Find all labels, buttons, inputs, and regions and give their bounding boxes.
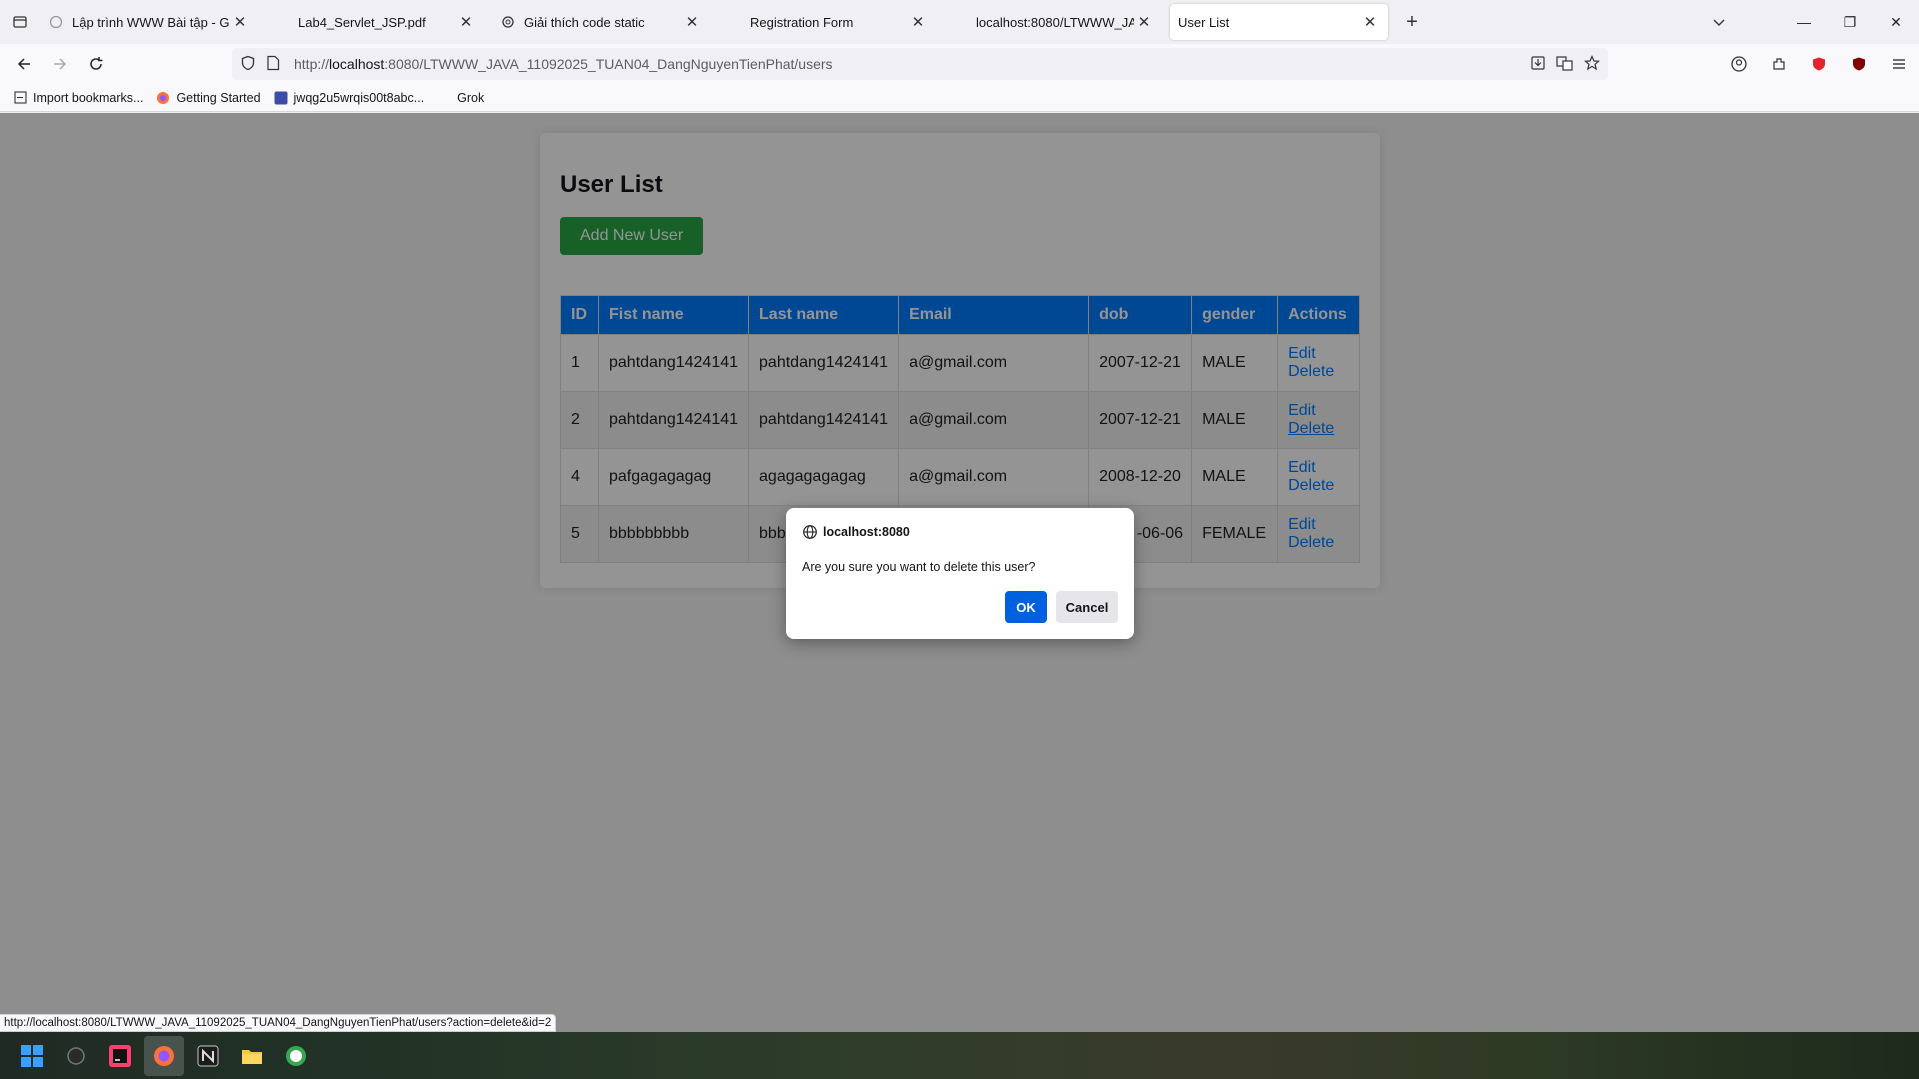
close-tab-icon[interactable]: ✕ (1134, 12, 1154, 32)
windows-start-icon[interactable] (12, 1036, 52, 1076)
url-path: :8080/LTWWW_JAVA_11092025_TUAN04_DangNgu… (384, 56, 833, 72)
notion-icon[interactable] (188, 1036, 228, 1076)
ublock-icon[interactable] (1839, 48, 1879, 80)
bookmark-label: Import bookmarks... (33, 90, 144, 105)
search-icon[interactable] (56, 1036, 96, 1076)
import-icon (12, 90, 28, 106)
reload-icon[interactable] (78, 48, 114, 80)
restore-icon[interactable]: ❐ (1827, 0, 1873, 44)
address-bar[interactable]: http://localhost:8080/LTWWW_JAVA_1109202… (232, 48, 1608, 80)
url-actions (1530, 48, 1601, 80)
tab-chatgpt[interactable]: Giải thích code static ✕ (492, 4, 710, 40)
dialog-buttons: OK Cancel (1005, 591, 1118, 623)
status-link-preview: http://localhost:8080/LTWWW_JAVA_1109202… (0, 1014, 557, 1032)
site-icon (273, 90, 289, 106)
page-viewport: User List Add New User ID Fist name Last… (0, 113, 1919, 1032)
window-controls: — ❐ ✕ (1781, 0, 1919, 44)
close-tab-icon[interactable]: ✕ (456, 12, 476, 32)
globe-icon (803, 525, 817, 539)
chevron-down-icon[interactable] (1709, 12, 1729, 32)
dialog-header: localhost:8080 (802, 524, 1118, 540)
back-arrow-icon[interactable] (6, 48, 42, 80)
minimize-icon[interactable]: — (1781, 0, 1827, 44)
url-prefix: http:// (294, 56, 330, 72)
windows-taskbar (0, 1032, 1919, 1079)
download-icon[interactable] (1530, 55, 1546, 74)
navigation-toolbar: http://localhost:8080/LTWWW_JAVA_1109202… (0, 44, 1919, 84)
file-explorer-icon[interactable] (232, 1036, 272, 1076)
cancel-button[interactable]: Cancel (1056, 591, 1118, 623)
bookmark-import[interactable]: Import bookmarks... (12, 90, 143, 106)
tab-user-list[interactable]: User List ✕ (1170, 4, 1388, 40)
page-icon (952, 14, 968, 30)
toolbar-extensions (1719, 48, 1919, 80)
shield-icon[interactable] (240, 55, 256, 74)
grok-icon (436, 90, 452, 106)
menu-icon[interactable] (1879, 48, 1919, 80)
firefox-taskbar-icon[interactable] (144, 1035, 184, 1076)
forward-arrow-icon[interactable] (42, 48, 78, 80)
adblock-icon[interactable] (1799, 48, 1839, 80)
bookmark-label: Getting Started (176, 90, 261, 105)
tab-title: Registration Form (750, 14, 854, 30)
tab-title: Giải thích code static (524, 14, 645, 30)
close-window-icon[interactable]: ✕ (1873, 0, 1919, 44)
tab-registration[interactable]: Registration Form ✕ (718, 4, 936, 40)
hs-app-icon[interactable] (276, 1036, 316, 1076)
dialog-message: Are you sure you want to delete this use… (802, 560, 1036, 574)
close-tab-icon[interactable]: ✕ (230, 12, 250, 32)
intellij-icon[interactable] (100, 1036, 140, 1076)
tab-title: Lab4_Servlet_JSP.pdf (298, 14, 426, 30)
bookmark-star-icon[interactable] (1583, 54, 1601, 74)
dialog-origin: localhost:8080 (823, 525, 910, 539)
firefox-icon (155, 90, 171, 106)
url-text[interactable]: http://localhost:8080/LTWWW_JAVA_1109202… (294, 56, 833, 72)
close-tab-icon[interactable]: ✕ (1360, 12, 1380, 32)
confirm-dialog: localhost:8080 Are you sure you want to … (786, 508, 1134, 639)
tab-bar: Lập trình WWW Bài tập - Grok ✕ Lab4_Serv… (0, 0, 1919, 44)
bookmark-site[interactable]: jwqg2u5wrqis00t8abc... (273, 90, 425, 106)
translate-icon[interactable] (1556, 55, 1574, 74)
account-icon[interactable] (1719, 48, 1759, 80)
tab-grok[interactable]: Lập trình WWW Bài tập - Grok ✕ (40, 4, 258, 40)
url-host: localhost (329, 56, 385, 72)
bookmark-label: jwqg2u5wrqis00t8abc... (293, 90, 425, 105)
extensions-icon[interactable] (1759, 48, 1799, 80)
new-tab-icon[interactable]: + (1396, 6, 1428, 38)
bookmarks-toolbar: Import bookmarks... Getting Started jwqg… (0, 84, 1919, 112)
tab-title: User List (1178, 14, 1230, 30)
list-all-tabs-icon[interactable] (0, 0, 40, 44)
tab-pdf[interactable]: Lab4_Servlet_JSP.pdf ✕ (266, 4, 484, 40)
ok-button[interactable]: OK (1005, 591, 1047, 623)
page-icon (726, 14, 742, 30)
close-tab-icon[interactable]: ✕ (908, 12, 928, 32)
bookmark-getting-started[interactable]: Getting Started (155, 90, 261, 106)
bookmark-label: Grok (457, 90, 485, 105)
page-info-icon[interactable] (266, 55, 280, 74)
tab-title: localhost:8080/LTWWW_JAVA_1109 (976, 14, 1134, 30)
tab-localhost[interactable]: localhost:8080/LTWWW_JAVA_1109 ✕ (944, 4, 1162, 40)
pdf-icon (274, 14, 290, 30)
chatgpt-icon (500, 14, 516, 30)
tab-title: Lập trình WWW Bài tập - Grok (72, 14, 230, 30)
grok-icon (48, 14, 64, 30)
close-tab-icon[interactable]: ✕ (682, 12, 702, 32)
bookmark-grok[interactable]: Grok (436, 90, 484, 106)
